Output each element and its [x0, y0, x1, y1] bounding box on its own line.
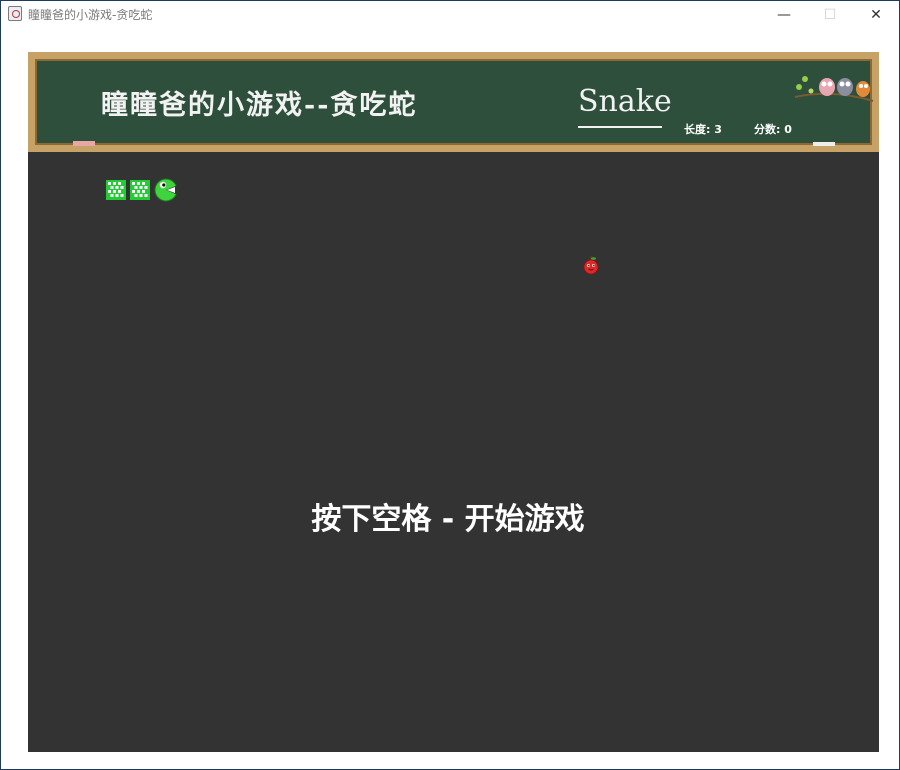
- board-subtitle: Snake: [578, 84, 672, 119]
- snake-body-segment: [130, 180, 150, 200]
- eraser-icon: [73, 141, 95, 146]
- game-window: 瞳瞳爸的小游戏-贪吃蛇 — ☐ ✕ 瞳瞳爸的小游戏--贪吃蛇 Snake 长度:…: [0, 0, 900, 770]
- minimize-button[interactable]: —: [761, 1, 807, 29]
- apple-icon: [583, 255, 599, 275]
- window-title: 瞳瞳爸的小游戏-贪吃蛇: [28, 8, 153, 22]
- subtitle-underline: [578, 126, 662, 128]
- score-counter: 分数: 0: [754, 123, 792, 136]
- owls-on-branch-icon: [794, 76, 874, 102]
- length-counter: 长度: 3: [684, 123, 722, 136]
- maximize-button[interactable]: ☐: [807, 1, 853, 29]
- close-button[interactable]: ✕: [853, 1, 899, 29]
- board-title: 瞳瞳爸的小游戏--贪吃蛇: [101, 90, 418, 121]
- java-cup-icon: [8, 6, 22, 21]
- title-bar[interactable]: 瞳瞳爸的小游戏-贪吃蛇 — ☐ ✕: [1, 1, 899, 29]
- chalk-icon: [813, 142, 835, 146]
- game-area[interactable]: 瞳瞳爸的小游戏--贪吃蛇 Snake 长度: 3 分数: 0 按下空格 - 开始…: [28, 52, 879, 752]
- start-prompt: 按下空格 - 开始游戏: [311, 502, 585, 537]
- chalkboard-header: 瞳瞳爸的小游戏--贪吃蛇 Snake 长度: 3 分数: 0: [28, 52, 879, 152]
- snake-body-segment: [106, 180, 126, 200]
- snake-head-icon: [154, 178, 178, 202]
